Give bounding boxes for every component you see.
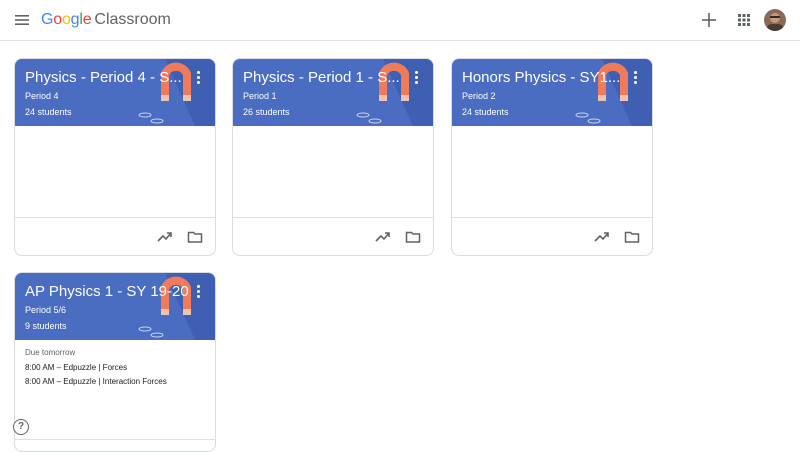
- help-button[interactable]: ?: [13, 419, 29, 435]
- account-avatar[interactable]: [764, 9, 786, 31]
- top-app-bar: Google Classroom: [0, 0, 800, 41]
- folder-icon[interactable]: [187, 229, 203, 245]
- class-card[interactable]: Honors Physics - SY1... Period 2 24 stud…: [451, 58, 653, 256]
- more-vert-icon: [197, 71, 200, 74]
- class-student-count: 9 students: [25, 321, 67, 331]
- class-card-footer: [452, 218, 652, 255]
- class-title-link[interactable]: AP Physics 1 - SY 19-20: [25, 283, 189, 301]
- trending-up-icon[interactable]: [594, 229, 610, 245]
- due-assignment-link[interactable]: 8:00 AM – Edpuzzle | Forces: [25, 363, 127, 372]
- more-vert-icon: [197, 285, 200, 288]
- class-card[interactable]: Physics - Period 1 - S... Period 1 26 st…: [232, 58, 434, 256]
- google-apps-button[interactable]: [734, 10, 754, 30]
- class-card-body: [452, 126, 652, 218]
- class-section: Period 2: [462, 91, 496, 101]
- class-section: Period 4: [25, 91, 59, 101]
- class-card-footer: [233, 218, 433, 255]
- class-options-button[interactable]: [634, 71, 638, 85]
- class-student-count: 24 students: [25, 107, 72, 117]
- class-title-link[interactable]: Honors Physics - SY1...: [462, 69, 620, 87]
- class-options-button[interactable]: [197, 71, 201, 85]
- class-options-button[interactable]: [197, 285, 201, 299]
- plus-icon: [702, 13, 716, 27]
- class-section: Period 1: [243, 91, 277, 101]
- class-card[interactable]: Physics - Period 4 - S... Period 4 24 st…: [14, 58, 216, 256]
- due-heading: Due tomorrow: [25, 348, 76, 357]
- class-card-header: Physics - Period 4 - S... Period 4 24 st…: [15, 59, 215, 126]
- trending-up-icon[interactable]: [375, 229, 391, 245]
- class-card-body: [15, 126, 215, 218]
- class-card-body: Due tomorrow 8:00 AM – Edpuzzle | Forces…: [15, 340, 215, 440]
- class-options-button[interactable]: [415, 71, 419, 85]
- profile-photo-icon: [764, 9, 786, 31]
- apps-grid-icon: [738, 14, 750, 26]
- class-title-link[interactable]: Physics - Period 1 - S...: [243, 69, 400, 87]
- class-section: Period 5/6: [25, 305, 67, 315]
- class-card-footer: [15, 218, 215, 255]
- class-card-header: Physics - Period 1 - S... Period 1 26 st…: [233, 59, 433, 126]
- class-card[interactable]: AP Physics 1 - SY 19-20 Period 5/6 9 stu…: [14, 272, 216, 452]
- due-assignment-link[interactable]: 8:00 AM – Edpuzzle | Interaction Forces: [25, 377, 167, 386]
- more-vert-icon: [634, 71, 637, 74]
- class-title-link[interactable]: Physics - Period 4 - S...: [25, 69, 182, 87]
- logo-classroom-text: Classroom: [94, 11, 171, 28]
- trending-up-icon[interactable]: [157, 229, 173, 245]
- more-vert-icon: [415, 71, 418, 74]
- folder-icon[interactable]: [624, 229, 640, 245]
- class-card-header: Honors Physics - SY1... Period 2 24 stud…: [452, 59, 652, 126]
- class-card-header: AP Physics 1 - SY 19-20 Period 5/6 9 stu…: [15, 273, 215, 340]
- class-student-count: 24 students: [462, 107, 509, 117]
- google-classroom-logo[interactable]: Google Classroom: [41, 10, 171, 30]
- hamburger-menu-icon: [15, 15, 29, 25]
- folder-icon[interactable]: [405, 229, 421, 245]
- class-student-count: 26 students: [243, 107, 290, 117]
- main-menu-button[interactable]: [12, 10, 32, 30]
- logo-google-text: Google: [41, 11, 92, 28]
- create-or-join-class-button[interactable]: [698, 9, 720, 31]
- class-card-body: [233, 126, 433, 218]
